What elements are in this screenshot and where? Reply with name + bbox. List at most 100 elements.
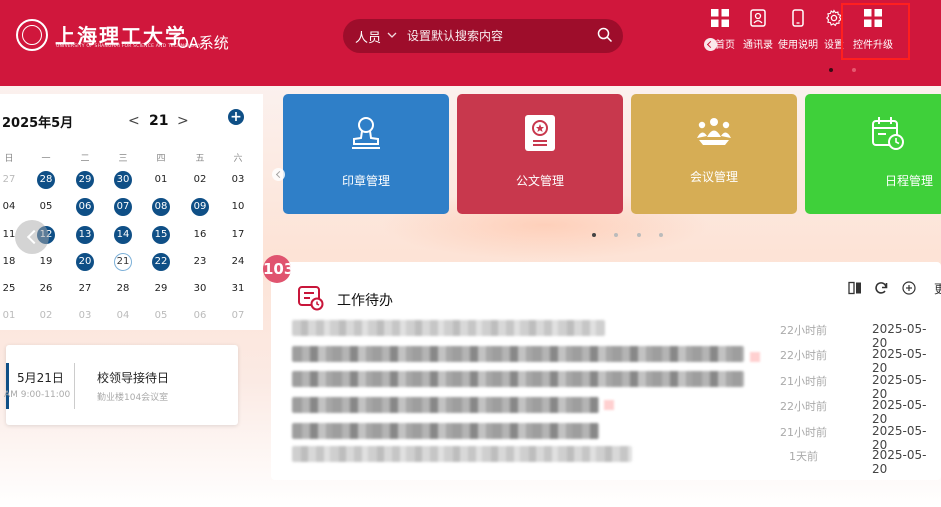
nav-contacts[interactable]: 通讯录: [743, 9, 773, 51]
chevron-down-icon[interactable]: [387, 31, 397, 42]
calendar-weekday: 一: [41, 154, 51, 164]
calendar-scroll-left-button[interactable]: [15, 220, 49, 254]
calendar-day-cell[interactable]: 06: [191, 307, 209, 325]
tiles-page-dot[interactable]: [592, 233, 596, 237]
nav-help[interactable]: 使用说明: [778, 9, 818, 51]
calendar-day-cell[interactable]: 06: [76, 198, 94, 216]
todo-more-link[interactable]: 更: [934, 280, 941, 297]
calendar-weekday: 二: [80, 154, 90, 164]
calendar-add-button[interactable]: +: [228, 109, 244, 125]
calendar-day-cell[interactable]: 24: [229, 253, 247, 271]
nav-scroll-left-button[interactable]: [704, 38, 717, 51]
calendar-weekday: 六: [233, 154, 243, 164]
todo-row-title-redacted[interactable]: [292, 397, 599, 413]
todo-row-date: 2025-05-20: [872, 322, 927, 350]
calendar-day-cell[interactable]: 18: [0, 253, 18, 271]
calendar-day-cell[interactable]: 02: [37, 307, 55, 325]
calendar-day-cell[interactable]: 17: [229, 226, 247, 244]
contacts-icon: [743, 9, 773, 30]
todo-row-title-redacted[interactable]: [292, 320, 605, 336]
refresh-icon[interactable]: [874, 280, 888, 294]
todo-row-date: 2025-05-20: [872, 398, 927, 426]
todo-row-date: 2025-05-20: [872, 373, 927, 401]
calendar-day-cell[interactable]: 09: [191, 198, 209, 216]
split-view-icon[interactable]: [848, 280, 862, 295]
todo-row-title-redacted[interactable]: [292, 446, 632, 462]
calendar-day-cell[interactable]: 07: [229, 307, 247, 325]
calendar-day-cell[interactable]: 04: [0, 198, 18, 216]
todo-row-title-redacted[interactable]: [292, 371, 744, 387]
calendar-weekday: 日: [4, 154, 14, 164]
university-logo-icon[interactable]: [16, 19, 48, 51]
calendar-day-cell[interactable]: 03: [229, 171, 247, 189]
search-icon[interactable]: [597, 27, 613, 43]
search-category-select[interactable]: 人员: [355, 27, 381, 46]
phone-icon: [778, 9, 818, 30]
calendar-day-cell[interactable]: 30: [114, 171, 132, 189]
highlight-box: [841, 3, 910, 60]
calendar-day-cell[interactable]: 23: [191, 253, 209, 271]
calendar-day-cell[interactable]: 07: [114, 198, 132, 216]
grid-icon: [705, 9, 735, 30]
tile-seal-management[interactable]: 印章管理: [283, 94, 449, 214]
event-accent-bar: [6, 363, 9, 409]
tiles-prev-button[interactable]: [272, 168, 285, 181]
tile-schedule-management[interactable]: 日程管理: [805, 94, 941, 214]
calendar-day-cell[interactable]: 05: [152, 307, 170, 325]
todo-row-date: 2025-05-20: [872, 448, 927, 476]
calendar-day-cell[interactable]: 31: [229, 280, 247, 298]
tile-meeting-management[interactable]: 会议管理: [631, 94, 797, 214]
tiles-page-dot[interactable]: [659, 233, 663, 237]
calendar-weekday: 四: [156, 154, 166, 164]
calendar-day-cell[interactable]: 08: [152, 198, 170, 216]
document-icon: [524, 114, 556, 156]
add-circle-icon[interactable]: [902, 280, 916, 295]
calendar-day-cell[interactable]: 28: [37, 171, 55, 189]
calendar-day-cell[interactable]: 10: [229, 198, 247, 216]
calendar-day-cell[interactable]: 13: [76, 226, 94, 244]
todo-row-title-redacted[interactable]: [292, 423, 599, 439]
calendar-day-cell[interactable]: 27: [76, 280, 94, 298]
calendar-day-cell[interactable]: 27: [0, 171, 18, 189]
calendar-day-cell[interactable]: 02: [191, 171, 209, 189]
calendar-day-cell[interactable]: 16: [191, 226, 209, 244]
redaction-artifact: [604, 400, 614, 410]
event-card[interactable]: 5月21日 AM 9:00-11:00 校领导接待日 勤业楼104会议室: [4, 345, 238, 425]
calendar-day-cell[interactable]: 14: [114, 226, 132, 244]
tile-label: 会议管理: [689, 170, 738, 184]
calendar-next-button[interactable]: >: [177, 113, 189, 129]
calendar-day-cell[interactable]: 05: [37, 198, 55, 216]
calendar-day-cell[interactable]: 01: [152, 171, 170, 189]
calendar-day-cell[interactable]: 29: [152, 280, 170, 298]
calendar-day-cell[interactable]: 22: [152, 253, 170, 271]
tiles-page-dot[interactable]: [614, 233, 618, 237]
calendar-day-cell[interactable]: 28: [114, 280, 132, 298]
todo-row-elapsed: 22小时前: [780, 324, 827, 337]
event-time: AM 9:00-11:00: [4, 390, 71, 400]
nav-contacts-label: 通讯录: [743, 40, 773, 51]
tiles-page-dot[interactable]: [637, 233, 641, 237]
calendar-day-cell[interactable]: 30: [191, 280, 209, 298]
calendar-day-cell[interactable]: 15: [152, 226, 170, 244]
schedule-icon: [872, 116, 904, 154]
search-input[interactable]: [407, 29, 593, 43]
calendar-prev-button[interactable]: <: [128, 113, 140, 129]
nav-home-label: 首页: [715, 40, 735, 51]
event-date: 5月21日: [17, 371, 64, 385]
calendar-day-cell[interactable]: 01: [0, 307, 18, 325]
calendar-day-cell[interactable]: 26: [37, 280, 55, 298]
nav-page-dot[interactable]: [829, 68, 833, 72]
todo-row-elapsed: 22小时前: [780, 400, 827, 413]
calendar-day-cell[interactable]: 03: [76, 307, 94, 325]
calendar-day-cell[interactable]: 19: [37, 253, 55, 271]
nav-page-dot[interactable]: [852, 68, 856, 72]
tile-document-management[interactable]: 公文管理: [457, 94, 623, 214]
todo-row-title-redacted[interactable]: [292, 346, 744, 362]
calendar-day-cell[interactable]: 25: [0, 280, 18, 298]
calendar-day-cell[interactable]: 04: [114, 307, 132, 325]
calendar-day-cell[interactable]: 29: [76, 171, 94, 189]
calendar-day-cell[interactable]: 20: [76, 253, 94, 271]
calendar-month-title: 2025年5月: [2, 116, 74, 131]
todo-row-elapsed: 21小时前: [780, 375, 827, 388]
calendar-day-cell[interactable]: 21: [114, 253, 132, 271]
